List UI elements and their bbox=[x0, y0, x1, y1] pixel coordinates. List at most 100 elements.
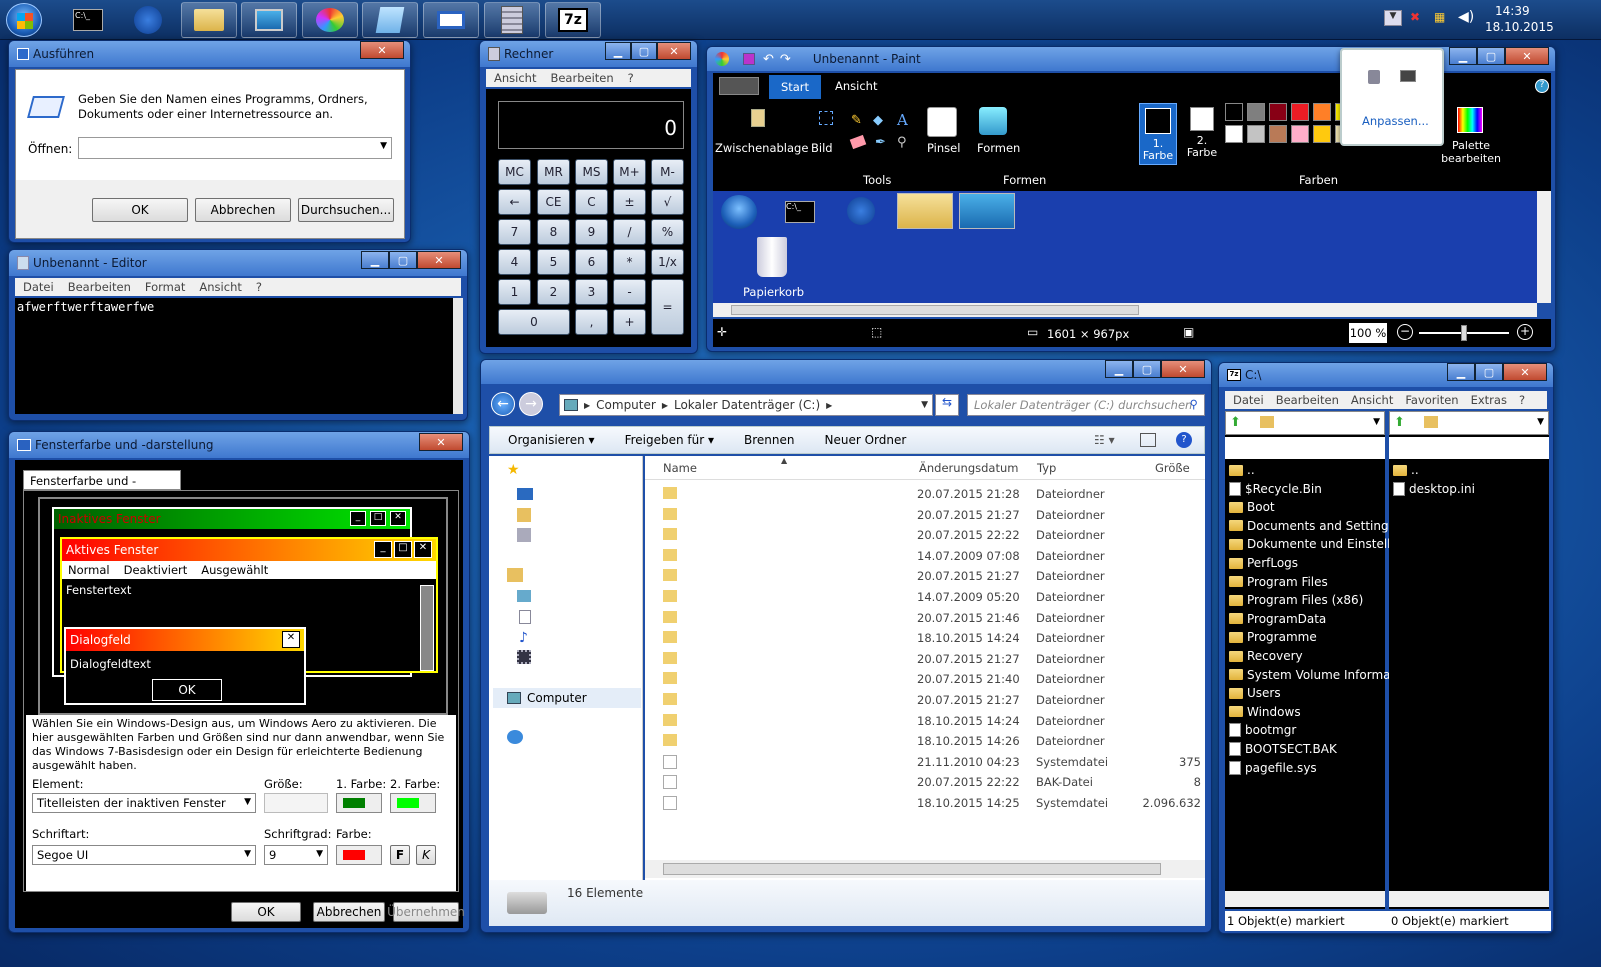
apply-button[interactable]: Übernehmen bbox=[387, 902, 465, 922]
text-icon[interactable]: A bbox=[897, 111, 908, 129]
paint-vscrollbar[interactable] bbox=[1537, 191, 1551, 303]
right-hscrollbar[interactable] bbox=[1389, 891, 1549, 907]
file-row[interactable]: 18.10.2015 14:24 Dateiordner bbox=[645, 711, 1205, 731]
shapes-button[interactable]: Formen bbox=[977, 141, 1020, 155]
menu-bearbeiten[interactable]: Bearbeiten bbox=[550, 71, 613, 85]
menu-bearbeiten[interactable]: Bearbeiten bbox=[68, 280, 131, 294]
close-icon[interactable]: ✕ bbox=[1161, 360, 1205, 378]
minimize-icon[interactable]: ▁ bbox=[1449, 47, 1477, 65]
calc-key-9[interactable]: 9 bbox=[575, 219, 608, 245]
dialog-ok-button[interactable]: OK bbox=[152, 679, 222, 701]
dialog-titlebar[interactable]: Dialogfeld ✕ bbox=[66, 629, 304, 651]
eraser-icon[interactable] bbox=[849, 134, 867, 150]
documents-icon[interactable] bbox=[519, 610, 531, 624]
list-item[interactable]: Program Files bbox=[1229, 575, 1328, 589]
italic-button[interactable]: K bbox=[416, 845, 436, 865]
back-button[interactable]: ← bbox=[491, 392, 515, 416]
pencil-icon[interactable]: ✎ bbox=[851, 113, 862, 128]
color2-button[interactable]: 2. Farbe bbox=[1183, 103, 1221, 165]
menu-selected[interactable]: Ausgewählt bbox=[201, 563, 268, 577]
menu-favoriten[interactable]: Favoriten bbox=[1405, 393, 1458, 407]
taskbar-notepad[interactable] bbox=[362, 2, 418, 38]
list-item[interactable]: pagefile.sys bbox=[1229, 760, 1317, 775]
tab-ansicht[interactable]: Ansicht bbox=[835, 79, 877, 93]
customize-link[interactable]: Anpassen... bbox=[1362, 114, 1429, 128]
list-item[interactable]: .. bbox=[1229, 463, 1255, 477]
palette-swatch[interactable] bbox=[1313, 125, 1331, 143]
palette-swatch[interactable] bbox=[1291, 103, 1309, 121]
close-icon[interactable]: ✕ bbox=[417, 251, 461, 269]
libraries-icon[interactable] bbox=[507, 568, 523, 582]
col-date[interactable]: Änderungsdatum bbox=[919, 461, 1018, 475]
clock-time[interactable]: 14:39 bbox=[1495, 4, 1530, 18]
file-row[interactable]: 18.10.2015 14:24 Dateiordner bbox=[645, 628, 1205, 648]
calc-key-1[interactable]: 1 bbox=[498, 279, 531, 305]
calculator-titlebar[interactable]: Rechner ▁ ▢ ✕ bbox=[480, 41, 697, 67]
minimize-icon[interactable]: ▁ bbox=[1447, 363, 1475, 381]
font-select[interactable]: Segoe UI ▼ bbox=[32, 845, 256, 865]
cancel-button[interactable]: Abbrechen bbox=[313, 902, 385, 922]
list-item[interactable]: Boot bbox=[1229, 500, 1275, 514]
calc-key-percent[interactable]: % bbox=[651, 219, 684, 245]
menu-help[interactable]: ? bbox=[256, 280, 262, 294]
calc-key-7[interactable]: 7 bbox=[498, 219, 531, 245]
forward-button[interactable]: → bbox=[519, 392, 543, 416]
brushes-button[interactable]: Pinsel bbox=[927, 141, 960, 155]
clock-date[interactable]: 18.10.2015 bbox=[1485, 20, 1554, 34]
up-folder-icon[interactable]: ⬆ bbox=[1394, 415, 1405, 430]
menu-help[interactable]: ? bbox=[1519, 393, 1525, 407]
nav-item-computer[interactable]: Computer bbox=[493, 688, 641, 708]
file-row[interactable]: 20.07.2015 21:46 Dateiordner bbox=[645, 608, 1205, 628]
ok-button[interactable]: OK bbox=[231, 902, 301, 922]
file-row[interactable]: 14.07.2009 05:20 Dateiordner bbox=[645, 587, 1205, 607]
maximize-icon[interactable]: ▢ bbox=[1133, 360, 1161, 378]
notepad-vscrollbar[interactable] bbox=[453, 298, 463, 414]
scroll-thumb[interactable] bbox=[731, 305, 1139, 315]
list-item[interactable]: System Volume Informa... bbox=[1229, 668, 1402, 682]
list-item[interactable]: BOOTSECT.BAK bbox=[1229, 742, 1337, 756]
calc-key-equals[interactable]: = bbox=[651, 279, 684, 335]
menu-datei[interactable]: Datei bbox=[1233, 393, 1264, 407]
calc-key-minus[interactable]: - bbox=[613, 279, 646, 305]
taskbar-calculator[interactable] bbox=[484, 2, 540, 38]
zoom-in-button[interactable]: + bbox=[1517, 324, 1533, 340]
chevron-down-icon[interactable]: ▼ bbox=[1373, 417, 1380, 427]
view-options-icon[interactable]: ☷ ▾ bbox=[1094, 433, 1115, 447]
palette-swatch[interactable] bbox=[1269, 103, 1287, 121]
size-stepper[interactable] bbox=[264, 793, 328, 813]
taskbar-computer[interactable] bbox=[241, 2, 297, 38]
run-cancel-button[interactable]: Abbrechen bbox=[195, 198, 291, 222]
share-button[interactable]: Freigeben für ▾ bbox=[625, 433, 714, 447]
file-row[interactable]: 20.07.2015 21:27 Dateiordner bbox=[645, 649, 1205, 669]
calc-key-backspace[interactable]: ← bbox=[498, 189, 531, 215]
crumb-computer[interactable]: Computer bbox=[596, 398, 656, 412]
calc-key-m-minus[interactable]: M- bbox=[651, 159, 684, 185]
inactive-titlebar[interactable]: Inaktives Fenster _ □ ✕ bbox=[54, 509, 410, 529]
color-picker-icon[interactable]: ✒ bbox=[875, 135, 886, 150]
menu-ansicht[interactable]: Ansicht bbox=[1351, 393, 1393, 407]
paint-hscrollbar[interactable] bbox=[713, 303, 1537, 317]
menu-disabled[interactable]: Deaktiviert bbox=[124, 563, 188, 577]
palette-swatch[interactable] bbox=[1225, 103, 1243, 121]
menu-normal[interactable]: Normal bbox=[68, 563, 110, 577]
list-item[interactable]: Documents and Settings bbox=[1229, 519, 1395, 533]
file-row[interactable]: 20.07.2015 21:27 Dateiordner bbox=[645, 566, 1205, 586]
explorer-titlebar[interactable]: ▁ ▢ ✕ bbox=[481, 360, 1211, 384]
zoom-out-button[interactable]: − bbox=[1397, 324, 1413, 340]
calc-key-0[interactable]: 0 bbox=[498, 309, 570, 335]
calc-key-m-plus[interactable]: M+ bbox=[613, 159, 646, 185]
videos-icon[interactable] bbox=[517, 650, 531, 664]
recent-places-icon[interactable] bbox=[517, 528, 531, 542]
burn-button[interactable]: Brennen bbox=[744, 433, 794, 447]
calc-key-plus[interactable]: + bbox=[613, 309, 646, 335]
close-icon[interactable]: ✕ bbox=[1505, 47, 1549, 65]
help-icon[interactable]: ? bbox=[1535, 79, 1549, 93]
calc-key-ce[interactable]: CE bbox=[537, 189, 570, 215]
vm-tools-icon[interactable] bbox=[1400, 70, 1416, 82]
taskbar-7zip[interactable]: 7z bbox=[545, 2, 601, 38]
pictures-icon[interactable] bbox=[517, 590, 531, 602]
calc-key-c[interactable]: C bbox=[575, 189, 608, 215]
menu-bearbeiten[interactable]: Bearbeiten bbox=[1276, 393, 1339, 407]
taskbar-window-color[interactable] bbox=[423, 2, 479, 38]
up-folder-icon[interactable]: ⬆ bbox=[1230, 415, 1241, 430]
